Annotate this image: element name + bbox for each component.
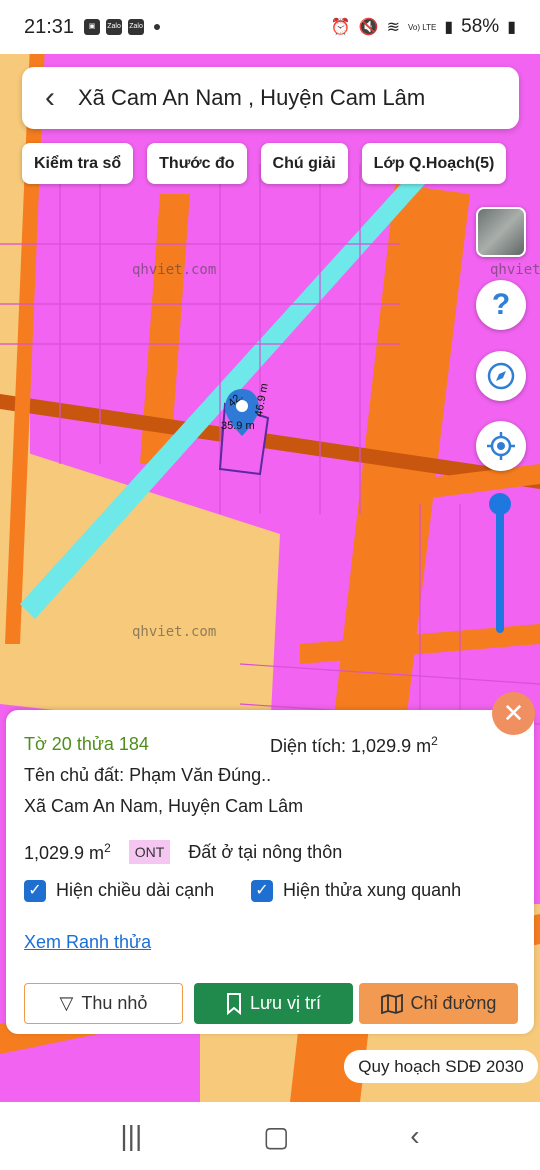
show-neighbors-label: Hiện thửa xung quanh xyxy=(283,880,462,900)
show-neighbors-checkbox[interactable]: ✓ Hiện thửa xung quanh xyxy=(251,880,462,903)
zalo-icon: Zalo xyxy=(106,19,123,35)
recent-apps-icon[interactable]: ||| xyxy=(120,1120,142,1152)
save-location-button[interactable]: Lưu vị trí xyxy=(194,983,353,1024)
owner-name: Tên chủ đất: Phạm Văn Đúng.. xyxy=(24,765,272,785)
battery-percent: 58% xyxy=(461,16,500,37)
status-bar: 21:31 ▣ Zalo Zalo ⏰ 🔇 ≋ Vo) LTE ▮ 58% ▮ xyxy=(0,0,540,54)
signal-icon: ▮ xyxy=(444,19,454,36)
zone-name: Đất ở tại nông thôn xyxy=(188,841,343,862)
watermark-1: qhviet.com xyxy=(132,262,217,278)
notification-dot-icon xyxy=(154,24,161,30)
back-arrow-icon[interactable]: ‹ xyxy=(22,81,78,115)
legend-button[interactable]: Chú giải xyxy=(260,143,348,184)
zone-area-sup: 2 xyxy=(104,840,111,855)
zone-area: 1,029.9 m2 xyxy=(24,841,111,864)
alarm-icon: ⏰ xyxy=(330,19,351,36)
bookmark-icon xyxy=(226,992,241,1015)
toolbar-chips: Kiểm tra sổ Thước đo Chú giải Lớp Q.Hoạc… xyxy=(22,143,507,184)
show-edges-label: Hiện chiều dài cạnh xyxy=(56,880,215,900)
compass-icon[interactable] xyxy=(476,351,526,401)
parcel-id: Tờ 20 thửa 184 xyxy=(24,734,149,754)
zalo-icon: Zalo xyxy=(128,19,145,35)
parcel-location: Xã Cam An Nam, Huyện Cam Lâm xyxy=(24,796,304,816)
status-time: 21:31 xyxy=(24,15,75,38)
chevron-down-icon: ▽ xyxy=(59,993,74,1013)
location-title: Xã Cam An Nam , Huyện Cam Lâm xyxy=(78,85,426,110)
ruler-button[interactable]: Thước đo xyxy=(147,143,247,184)
check-book-button[interactable]: Kiểm tra sổ xyxy=(22,143,134,184)
gallery-icon: ▣ xyxy=(84,19,101,35)
watermark-2: qhviet.com xyxy=(490,262,540,278)
area-label: Diện tích: 1,029.9 m xyxy=(270,736,432,756)
watermark-3: qhviet.com xyxy=(132,624,217,640)
map-icon xyxy=(380,993,403,1014)
directions-button[interactable]: Chỉ đường xyxy=(359,983,518,1024)
edge-label-3: 35.9 m xyxy=(221,420,255,432)
my-location-icon[interactable] xyxy=(476,421,526,471)
view-boundary-link[interactable]: Xem Ranh thửa xyxy=(24,932,151,953)
route-label: Chỉ đường xyxy=(410,993,497,1013)
opacity-slider[interactable] xyxy=(496,500,504,633)
checkbox-checked-icon[interactable]: ✓ xyxy=(24,880,46,903)
shrink-label: Thu nhỏ xyxy=(81,993,148,1013)
zone-info: 1,029.9 m2 ONT Đất ở tại nông thôn xyxy=(24,840,342,864)
zone-area-value: 1,029.9 m xyxy=(24,842,105,863)
system-nav-bar: ||| ▢ ‹ xyxy=(0,1102,540,1170)
lte-icon: Vo) LTE xyxy=(408,22,437,32)
close-icon[interactable]: ✕ xyxy=(492,692,535,735)
status-right: ⏰ 🔇 ≋ Vo) LTE ▮ 58% ▮ xyxy=(331,16,516,38)
area-sup: 2 xyxy=(431,734,438,748)
zone-code-badge: ONT xyxy=(128,840,171,864)
battery-icon: ▮ xyxy=(507,19,516,36)
opacity-slider-handle[interactable] xyxy=(489,493,511,515)
show-edges-checkbox[interactable]: ✓ Hiện chiều dài cạnh xyxy=(24,880,215,903)
home-icon[interactable]: ▢ xyxy=(263,1120,289,1153)
satellite-layer-button[interactable] xyxy=(476,207,526,257)
checkbox-checked-icon[interactable]: ✓ xyxy=(251,880,273,903)
search-header[interactable]: ‹ Xã Cam An Nam , Huyện Cam Lâm xyxy=(22,67,519,129)
parcel-area: Diện tích: 1,029.9 m2 xyxy=(270,734,438,757)
save-label: Lưu vị trí xyxy=(249,993,322,1013)
mute-icon: 🔇 xyxy=(358,19,379,36)
back-icon[interactable]: ‹ xyxy=(410,1120,419,1152)
planning-year-badge[interactable]: Quy hoạch SDĐ 2030 xyxy=(344,1050,538,1083)
wifi-icon: ≋ xyxy=(386,19,401,36)
help-icon[interactable]: ? xyxy=(476,280,526,330)
planning-layer-button[interactable]: Lớp Q.Hoạch(5) xyxy=(361,143,507,184)
shrink-button[interactable]: ▽ Thu nhỏ xyxy=(24,983,183,1024)
